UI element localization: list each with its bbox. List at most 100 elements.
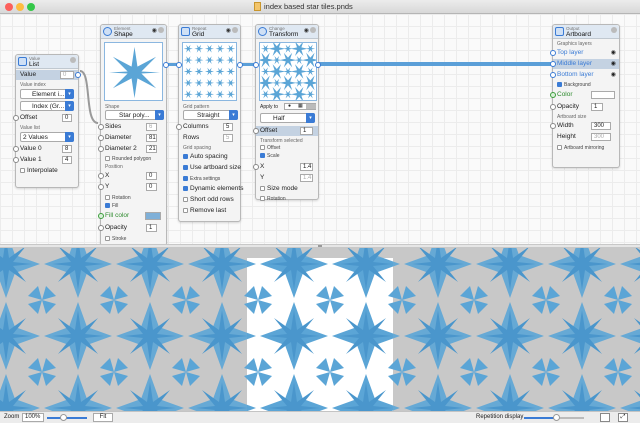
offset-checkbox[interactable]: Offset bbox=[260, 145, 280, 151]
diameter2-input[interactable]: 21 bbox=[146, 145, 157, 153]
offset-input[interactable]: 1 bbox=[300, 127, 313, 135]
diameter-port[interactable] bbox=[98, 135, 104, 141]
fill-color-swatch[interactable] bbox=[145, 212, 161, 220]
offset-input[interactable]: 0 bbox=[62, 114, 72, 122]
scale-checkbox[interactable]: Scale bbox=[260, 153, 280, 159]
shape-node[interactable]: Element Shape ◉ Shape Star poly... ▾ Side… bbox=[98, 24, 169, 246]
y-input[interactable]: 0 bbox=[146, 183, 157, 191]
node-canvas[interactable]: Value List Value 0 Value index Element i… bbox=[0, 14, 640, 246]
artboard-node[interactable]: Output Artboard Graphics layers Top laye… bbox=[550, 24, 620, 168]
value1-input[interactable]: 4 bbox=[62, 156, 72, 164]
node-header[interactable]: Change Transform ◉ bbox=[256, 25, 318, 39]
fullscreen-icon[interactable]: ⤢ bbox=[618, 413, 628, 422]
value0-port[interactable] bbox=[13, 146, 19, 152]
top-layer-port[interactable] bbox=[550, 50, 556, 56]
extra-settings-checkbox[interactable]: Extra settings bbox=[183, 176, 220, 182]
eye-icon[interactable]: ◉ bbox=[611, 60, 616, 67]
rounded-polygon-checkbox[interactable]: Rounded polygon bbox=[105, 156, 151, 162]
dynamic-elements-checkbox[interactable]: Dynamic elements bbox=[183, 185, 243, 192]
transform-input-port[interactable] bbox=[253, 62, 259, 68]
zoom-slider-knob[interactable] bbox=[60, 414, 67, 421]
color-port[interactable] bbox=[550, 92, 556, 98]
half-segment-icon[interactable] bbox=[306, 104, 316, 109]
rows-input[interactable]: 5 bbox=[223, 134, 233, 142]
node-header[interactable]: Repeat Grid ◉ bbox=[179, 25, 240, 39]
fill-color-port[interactable] bbox=[98, 213, 104, 219]
value1-port[interactable] bbox=[13, 157, 19, 163]
rotation-checkbox[interactable]: Rotation bbox=[105, 195, 131, 201]
transform-node[interactable]: Change Transform ◉ Apply to ● ▦ Half ▾ Off… bbox=[253, 24, 321, 202]
close-node-icon[interactable] bbox=[611, 27, 617, 33]
zoom-input[interactable]: 100% bbox=[22, 413, 44, 422]
x-port[interactable] bbox=[98, 173, 104, 179]
eye-icon[interactable]: ◉ bbox=[304, 27, 309, 34]
preview-area[interactable] bbox=[0, 248, 640, 411]
eye-icon[interactable]: ◉ bbox=[226, 27, 231, 34]
value0-input[interactable]: 8 bbox=[62, 145, 72, 153]
repetition-slider-knob[interactable] bbox=[553, 414, 560, 421]
opacity-input[interactable]: 1 bbox=[146, 224, 157, 232]
layer-top[interactable]: Top layer bbox=[557, 49, 583, 56]
diameter2-port[interactable] bbox=[98, 146, 104, 152]
close-window-button[interactable] bbox=[5, 3, 13, 11]
node-header[interactable]: Element Shape ◉ bbox=[101, 25, 166, 39]
grid-node[interactable]: Repeat Grid ◉ Grid pattern Straight ▾ Col… bbox=[176, 24, 243, 222]
value-list-node[interactable]: Value List Value 0 Value index Element i… bbox=[13, 54, 81, 188]
width-port[interactable] bbox=[550, 123, 556, 129]
opacity-input[interactable]: 1 bbox=[591, 103, 603, 111]
use-artboard-checkbox[interactable]: Use artboard size bbox=[183, 164, 241, 171]
sides-port[interactable] bbox=[98, 124, 104, 130]
element-index-select[interactable]: Element i... ▾ bbox=[20, 89, 74, 99]
scale-y-input[interactable]: 1.4 bbox=[300, 174, 313, 182]
value-output-port[interactable] bbox=[75, 72, 81, 78]
short-odd-rows-checkbox[interactable]: Short odd rows bbox=[183, 196, 234, 203]
layer-middle[interactable]: Middle layer bbox=[557, 60, 592, 67]
close-node-icon[interactable] bbox=[310, 27, 316, 33]
eye-icon[interactable]: ◉ bbox=[152, 27, 157, 34]
node-header[interactable]: Value List bbox=[16, 55, 78, 69]
grid-segment-icon[interactable]: ▦ bbox=[298, 103, 303, 109]
sides-input[interactable]: 6 bbox=[146, 123, 157, 131]
width-input[interactable]: 300 bbox=[591, 122, 611, 130]
opacity-port[interactable] bbox=[98, 225, 104, 231]
preview-mode-icon[interactable] bbox=[600, 413, 610, 422]
zoom-slider[interactable] bbox=[47, 417, 87, 419]
grid-output-port[interactable] bbox=[237, 62, 243, 68]
interpolate-checkbox[interactable]: Interpolate bbox=[20, 167, 58, 174]
value-input[interactable]: 0 bbox=[60, 71, 74, 79]
all-segment-icon[interactable]: ● bbox=[288, 103, 291, 109]
background-checkbox[interactable]: Background bbox=[557, 82, 591, 88]
columns-input[interactable]: 5 bbox=[223, 123, 233, 131]
apply-to-segmented-control[interactable]: ● ▦ bbox=[284, 103, 316, 110]
artboard-mirroring-checkbox[interactable]: Artboard mirroring bbox=[557, 145, 604, 151]
pattern-select[interactable]: Straight ▾ bbox=[183, 110, 238, 120]
fit-button[interactable]: Fit bbox=[93, 413, 113, 422]
x-input[interactable]: 0 bbox=[146, 172, 157, 180]
half-select[interactable]: Half ▾ bbox=[260, 113, 315, 123]
close-node-icon[interactable] bbox=[232, 27, 238, 33]
remove-last-checkbox[interactable]: Remove last bbox=[183, 207, 226, 214]
shape-select[interactable]: Star poly... ▾ bbox=[105, 110, 164, 120]
close-node-icon[interactable] bbox=[158, 27, 164, 33]
node-header[interactable]: Output Artboard bbox=[553, 25, 619, 39]
index-select[interactable]: Index (Gr... ▾ bbox=[20, 101, 74, 111]
size-mode-checkbox[interactable]: Size mode bbox=[260, 185, 298, 192]
scale-x-input[interactable]: 1.4 bbox=[300, 163, 313, 171]
layer-bottom[interactable]: Bottom layer bbox=[557, 71, 594, 78]
scale-x-port[interactable] bbox=[253, 164, 259, 170]
eye-icon[interactable]: ◉ bbox=[611, 71, 616, 78]
height-input[interactable]: 300 bbox=[591, 133, 611, 141]
y-port[interactable] bbox=[98, 184, 104, 190]
fill-checkbox[interactable]: Fill bbox=[105, 203, 118, 209]
diameter-input[interactable]: 81 bbox=[146, 134, 157, 142]
columns-port[interactable] bbox=[176, 124, 182, 130]
opacity-port[interactable] bbox=[550, 104, 556, 110]
stroke-checkbox[interactable]: Stroke bbox=[105, 236, 126, 242]
eye-icon[interactable]: ◉ bbox=[611, 49, 616, 56]
divider-grip-icon[interactable] bbox=[318, 245, 322, 247]
zoom-window-button[interactable] bbox=[27, 3, 35, 11]
shape-output-port[interactable] bbox=[163, 62, 169, 68]
minimize-window-button[interactable] bbox=[16, 3, 24, 11]
close-node-icon[interactable] bbox=[70, 57, 76, 63]
auto-spacing-checkbox[interactable]: Auto spacing bbox=[183, 153, 228, 160]
